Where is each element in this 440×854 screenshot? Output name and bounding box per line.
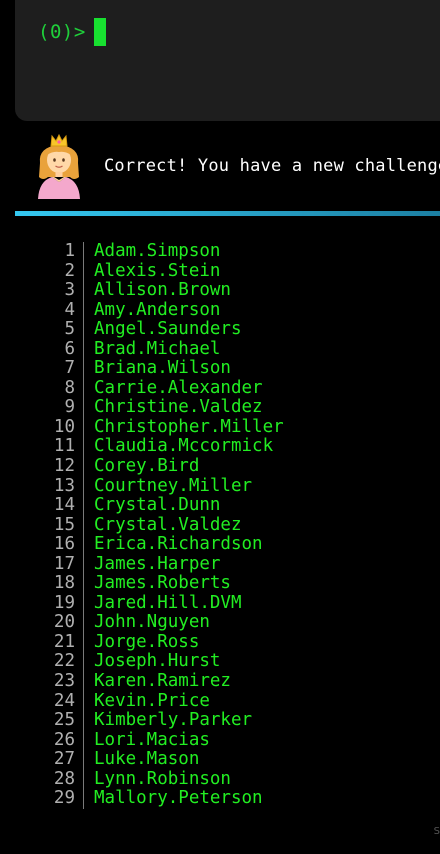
list-item: 1 Adam.Simpson bbox=[0, 241, 440, 262]
list-item-name: Allison.Brown bbox=[94, 280, 231, 301]
list-item: 19 Jared.Hill.DVM bbox=[0, 592, 440, 614]
line-number: 12 bbox=[0, 456, 84, 477]
list-item-name: John.Nguyen bbox=[94, 612, 210, 633]
list-item: 28 Lynn.Robinson bbox=[0, 768, 440, 790]
list-item-name: Lori.Macias bbox=[94, 729, 210, 750]
terminal-input[interactable]: (0)> bbox=[15, 0, 440, 121]
line-number: 10 bbox=[0, 417, 84, 438]
list-item-name: Claudia.Mccormick bbox=[94, 436, 274, 457]
line-number: 20 bbox=[0, 613, 84, 633]
list-item-name: Jorge.Ross bbox=[94, 631, 200, 652]
list-item: 29 Mallory.Peterson bbox=[0, 789, 440, 809]
list-item: 14 Crystal.Dunn bbox=[0, 496, 440, 516]
list-item-name: Angel.Saunders bbox=[94, 319, 242, 340]
list-item: 24 Kevin.Price bbox=[0, 690, 440, 712]
list-item-name: Erica.Richardson bbox=[94, 534, 263, 555]
list-item: 16 Erica.Richardson bbox=[0, 535, 440, 555]
list-item-name: Alexis.Stein bbox=[94, 260, 221, 281]
status-message: Correct! You have a new challenge bbox=[104, 156, 440, 176]
list-item-name: Kevin.Price bbox=[94, 690, 210, 711]
list-item-name: Crystal.Valdez bbox=[94, 514, 242, 535]
list-item-name: Mallory.Peterson bbox=[94, 788, 263, 809]
list-item: 8 Carrie.Alexander bbox=[0, 377, 440, 399]
list-item: 10 Christopher.Miller bbox=[0, 416, 440, 438]
list-item-name: Amy.Anderson bbox=[94, 299, 221, 320]
line-number: 8 bbox=[0, 378, 84, 399]
list-item: 11 Claudia.Mccormick bbox=[0, 436, 440, 458]
line-number: 1 bbox=[0, 241, 84, 262]
line-number: 17 bbox=[0, 554, 84, 575]
list-item: 23 Karen.Ramirez bbox=[0, 671, 440, 692]
name-list: 1 Adam.Simpson 2 Alexis.Stein 3 Allison.Brown… bbox=[0, 241, 440, 809]
list-item: 4 Amy.Anderson bbox=[0, 299, 440, 321]
line-number: 2 bbox=[0, 261, 84, 282]
list-item-name: Adam.Simpson bbox=[94, 241, 221, 261]
text-cursor bbox=[93, 18, 106, 46]
line-number: 9 bbox=[0, 398, 84, 418]
corner-label: S bbox=[433, 826, 440, 837]
prompt-text: (0)> bbox=[38, 21, 86, 43]
list-item-name: Luke.Mason bbox=[94, 749, 200, 770]
divider bbox=[15, 211, 440, 216]
list-item-name: Brad.Michael bbox=[94, 338, 221, 359]
list-item: 5 Angel.Saunders bbox=[0, 320, 440, 340]
line-number: 7 bbox=[0, 359, 84, 379]
list-item-name: Kimberly.Parker bbox=[94, 710, 253, 731]
list-item-name: Karen.Ramirez bbox=[94, 671, 231, 692]
line-number: 25 bbox=[0, 711, 84, 731]
line-number: 24 bbox=[0, 691, 84, 712]
line-number: 5 bbox=[0, 320, 84, 340]
list-item: 26 Lori.Macias bbox=[0, 729, 440, 751]
list-item: 7 Briana.Wilson bbox=[0, 359, 440, 379]
list-item-name: Crystal.Dunn bbox=[94, 495, 221, 516]
list-item: 21 Jorge.Ross bbox=[0, 631, 440, 653]
list-item-name: Carrie.Alexander bbox=[94, 377, 263, 398]
list-item: 13 Courtney.Miller bbox=[0, 475, 440, 497]
line-number: 18 bbox=[0, 574, 84, 594]
line-number: 3 bbox=[0, 281, 84, 301]
list-item-name: Briana.Wilson bbox=[94, 358, 231, 379]
list-item: 17 James.Harper bbox=[0, 553, 440, 575]
line-number: 16 bbox=[0, 535, 84, 555]
list-item-name: Christopher.Miller bbox=[94, 416, 284, 437]
line-number: 4 bbox=[0, 300, 84, 321]
list-item-name: Christine.Valdez bbox=[94, 397, 263, 418]
line-number: 23 bbox=[0, 671, 84, 692]
list-item: 9 Christine.Valdez bbox=[0, 398, 440, 418]
list-item: 22 Joseph.Hurst bbox=[0, 651, 440, 673]
list-item: 27 Luke.Mason bbox=[0, 750, 440, 770]
message-row: Correct! You have a new challenge bbox=[30, 132, 440, 200]
list-item: 3 Allison.Brown bbox=[0, 281, 440, 301]
line-number: 22 bbox=[0, 652, 84, 673]
prompt-line: (0)> bbox=[38, 16, 440, 48]
line-number: 15 bbox=[0, 515, 84, 536]
list-item-name: Joseph.Hurst bbox=[94, 651, 221, 672]
list-item-name: James.Harper bbox=[94, 553, 221, 574]
list-item: 12 Corey.Bird bbox=[0, 456, 440, 477]
list-item: 15 Crystal.Valdez bbox=[0, 514, 440, 536]
line-number: 29 bbox=[0, 789, 84, 809]
list-item-name: Corey.Bird bbox=[94, 456, 200, 477]
list-item: 25 Kimberly.Parker bbox=[0, 711, 440, 731]
line-number: 13 bbox=[0, 476, 84, 497]
line-number: 21 bbox=[0, 632, 84, 653]
list-item-name: Jared.Hill.DVM bbox=[94, 592, 242, 613]
line-number: 28 bbox=[0, 769, 84, 790]
line-number: 27 bbox=[0, 750, 84, 770]
list-item: 2 Alexis.Stein bbox=[0, 260, 440, 282]
list-item-name: James.Roberts bbox=[94, 573, 231, 594]
list-item: 18 James.Roberts bbox=[0, 574, 440, 594]
line-number: 26 bbox=[0, 730, 84, 751]
list-item-name: Courtney.Miller bbox=[94, 475, 253, 496]
list-item-name: Lynn.Robinson bbox=[94, 768, 231, 789]
line-number: 6 bbox=[0, 339, 84, 360]
line-number: 11 bbox=[0, 437, 84, 458]
list-item: 6 Brad.Michael bbox=[0, 338, 440, 360]
princess-avatar-icon bbox=[38, 133, 80, 199]
line-number: 19 bbox=[0, 593, 84, 614]
line-number: 14 bbox=[0, 496, 84, 516]
list-item: 20 John.Nguyen bbox=[0, 613, 440, 633]
